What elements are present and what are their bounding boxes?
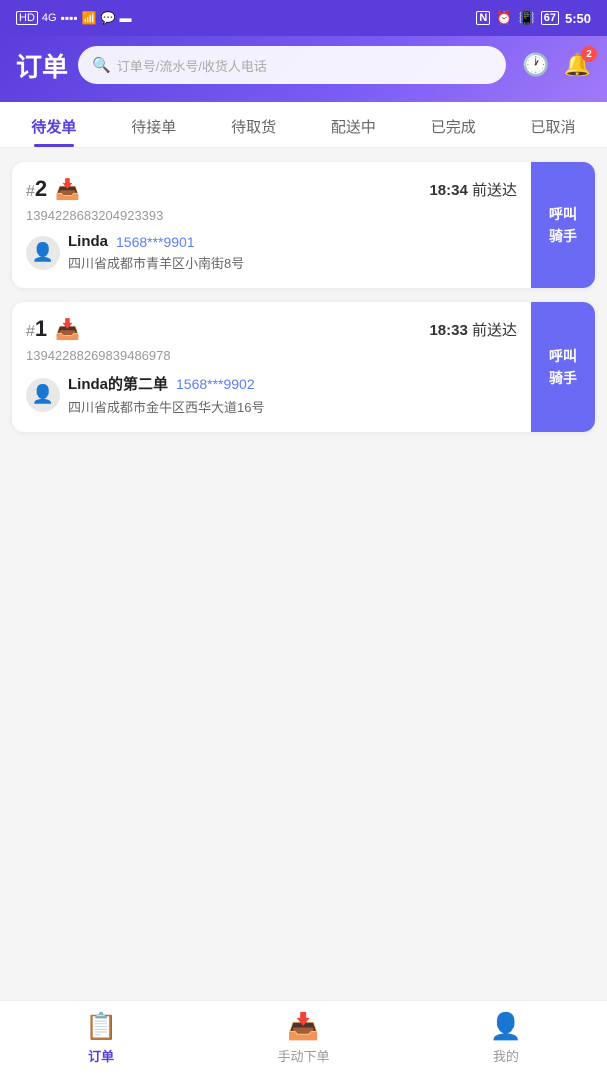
avatar-icon-1: 👤 [32, 242, 54, 263]
contact-phone-1: 1568***9901 [116, 234, 195, 250]
header: 订单 🔍 订单号/流水号/收货人电话 🕐 🔔 2 [0, 36, 607, 102]
contact-name-2: Linda的第二单 [68, 373, 168, 394]
nav-item-manual-order[interactable]: 📥 手动下单 [202, 1011, 404, 1071]
order-tracking-1: 13942286832049233​93 [26, 208, 517, 223]
avatar-1: 👤 [26, 236, 60, 270]
search-icon: 🔍 [92, 56, 111, 74]
call-rider-button-1[interactable]: 呼叫骑手 [531, 162, 595, 288]
signal-4g: 4G [42, 12, 57, 24]
message-icon: 💬 [101, 11, 116, 25]
hd-icon: HD [16, 11, 38, 25]
page-title: 订单 [16, 47, 68, 84]
contact-address-2: 四川省成都市金牛区西华大道16号 [68, 397, 264, 416]
contact-address-1: 四川省成都市青羊区小南街8号 [68, 253, 244, 272]
order-card-2: #1 📥 18:33 前送达 1394228826983948​6978 👤 [12, 302, 595, 432]
order-time-area-2: 18:33 前送达 [429, 319, 517, 340]
order-type-icon-1: 📥 [55, 177, 80, 202]
tab-cancelled[interactable]: 已取消 [503, 102, 603, 147]
tabs-bar: 待发单 待接单 待取货 配送中 已完成 已取消 [0, 102, 607, 148]
history-button[interactable]: 🕐 [522, 52, 549, 78]
order-number-1: #2 [26, 176, 47, 202]
call-rider-label-2: 呼叫骑手 [549, 345, 577, 390]
call-rider-label-1: 呼叫骑手 [549, 203, 577, 248]
order-time-area-1: 18:34 前送达 [429, 179, 517, 200]
contact-info-1: Linda 1568***9901 四川省成都市青羊区小南街8号 [68, 233, 244, 272]
orders-nav-icon: 📋 [85, 1011, 117, 1042]
contact-name-1: Linda [68, 233, 108, 250]
time-display: 5:50 [565, 11, 591, 26]
tab-pending-pickup[interactable]: 待取货 [204, 102, 304, 147]
battery-icon: 67 [541, 11, 559, 25]
manual-order-nav-icon: 📥 [287, 1011, 319, 1042]
order-top-row-1: #2 📥 18:34 前送达 [26, 176, 517, 202]
order-type-icon-2: 📥 [55, 317, 80, 342]
manual-order-nav-label: 手动下单 [277, 1046, 329, 1065]
wifi-icon: 📶 [82, 11, 97, 25]
tab-pending-send[interactable]: 待发单 [4, 102, 104, 147]
contact-info-2: Linda的第二单 1568***9902 四川省成都市金牛区西华大道16号 [68, 373, 264, 416]
tab-pending-accept[interactable]: 待接单 [104, 102, 204, 147]
search-placeholder: 订单号/流水号/收货人电话 [117, 56, 267, 75]
avatar-icon-2: 👤 [32, 384, 54, 405]
history-icon: 🕐 [522, 52, 549, 77]
bar-icon: ▬ [120, 11, 132, 25]
orders-list: #2 📥 18:34 前送达 13942286832049233​93 👤 [0, 148, 607, 446]
signal-bars: ▪▪▪▪ [61, 11, 78, 25]
header-icons: 🕐 🔔 2 [522, 52, 591, 78]
mine-nav-icon: 👤 [490, 1011, 522, 1042]
tab-delivering[interactable]: 配送中 [303, 102, 403, 147]
order-main-1: #2 📥 18:34 前送达 13942286832049233​93 👤 [12, 162, 531, 288]
nav-item-mine[interactable]: 👤 我的 [405, 1011, 607, 1071]
search-box[interactable]: 🔍 订单号/流水号/收货人电话 [78, 46, 506, 84]
order-tracking-2: 1394228826983948​6978 [26, 348, 517, 363]
contact-phone-2: 1568***9902 [176, 376, 255, 392]
status-bar: HD 4G ▪▪▪▪ 📶 💬 ▬ N ⏰ 📳 67 5:50 [0, 0, 607, 36]
order-contact-row-2: 👤 Linda的第二单 1568***9902 四川省成都市金牛区西华大道16号 [26, 373, 517, 416]
vibrate-icon: 📳 [519, 10, 535, 26]
contact-name-row-1: Linda 1568***9901 [68, 233, 244, 250]
orders-nav-label: 订单 [88, 1046, 114, 1065]
notification-badge: 2 [581, 46, 597, 62]
order-card-1: #2 📥 18:34 前送达 13942286832049233​93 👤 [12, 162, 595, 288]
order-number-2: #1 [26, 316, 47, 342]
status-left: HD 4G ▪▪▪▪ 📶 💬 ▬ [16, 11, 132, 25]
order-main-2: #1 📥 18:33 前送达 1394228826983948​6978 👤 [12, 302, 531, 432]
call-rider-button-2[interactable]: 呼叫骑手 [531, 302, 595, 432]
mine-nav-label: 我的 [493, 1046, 519, 1065]
order-top-row-2: #1 📥 18:33 前送达 [26, 316, 517, 342]
avatar-2: 👤 [26, 378, 60, 412]
order-contact-row-1: 👤 Linda 1568***9901 四川省成都市青羊区小南街8号 [26, 233, 517, 272]
tab-completed[interactable]: 已完成 [403, 102, 503, 147]
nfc-icon: N [476, 11, 490, 25]
order-number-area-2: #1 📥 [26, 316, 80, 342]
status-right: N ⏰ 📳 67 5:50 [476, 10, 591, 26]
order-number-area-1: #2 📥 [26, 176, 80, 202]
page-content: #2 📥 18:34 前送达 13942286832049233​93 👤 [0, 148, 607, 526]
notification-button[interactable]: 🔔 2 [564, 52, 591, 78]
bottom-nav: 📋 订单 📥 手动下单 👤 我的 [0, 1000, 607, 1080]
nav-item-orders[interactable]: 📋 订单 [0, 1011, 202, 1071]
contact-name-row-2: Linda的第二单 1568***9902 [68, 373, 264, 394]
alarm-icon: ⏰ [496, 10, 512, 26]
